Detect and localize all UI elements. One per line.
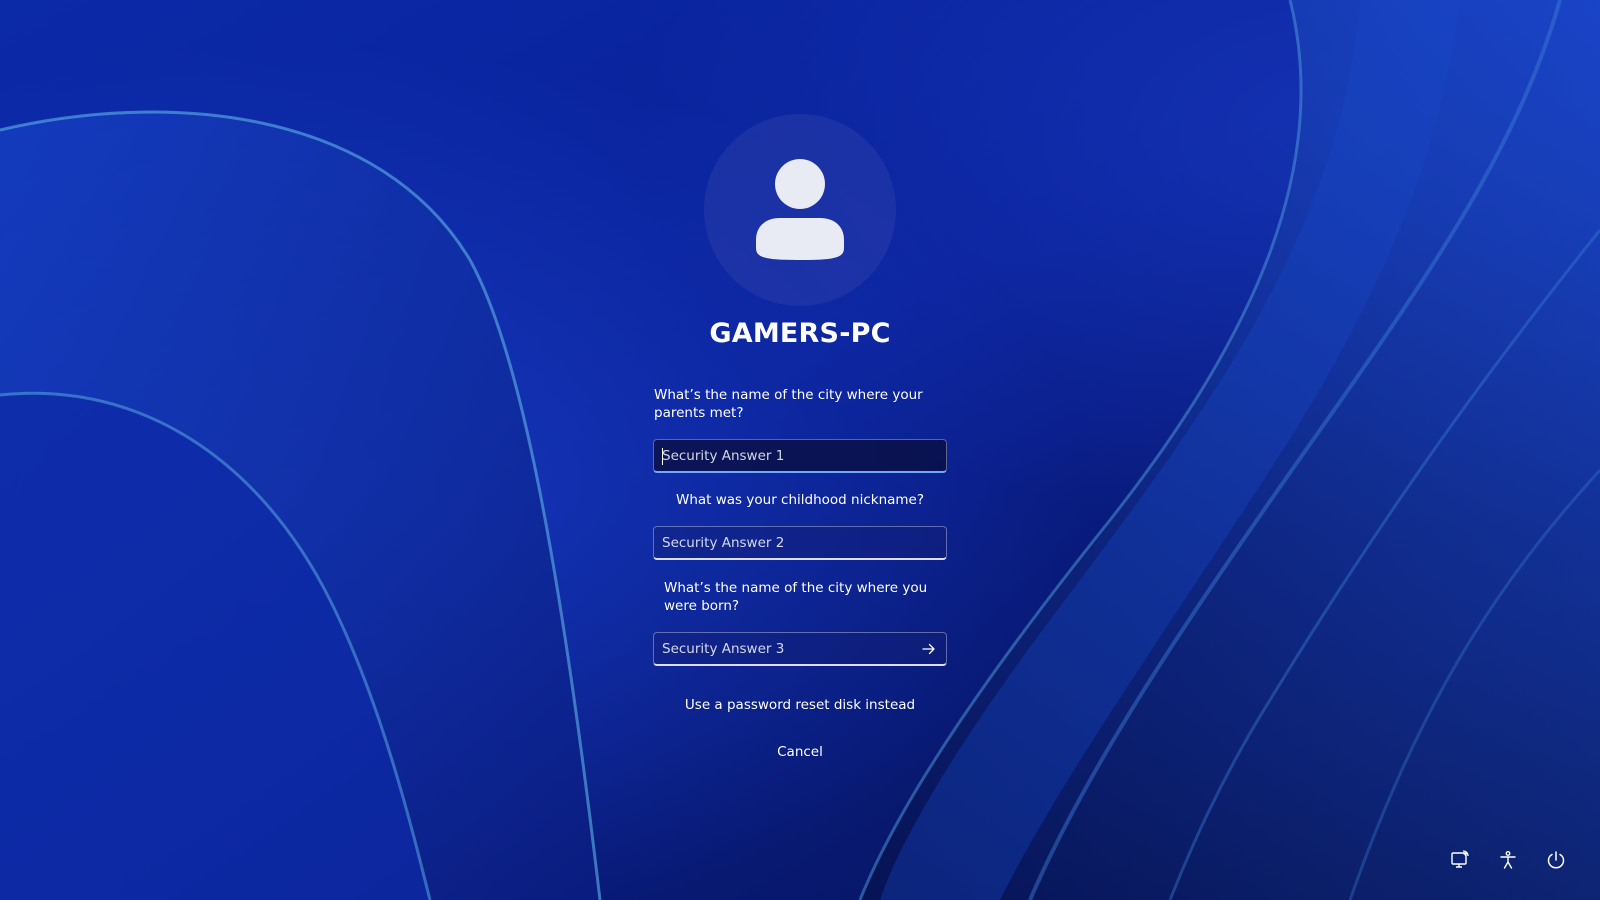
security-answer-2-field[interactable] [653, 526, 947, 560]
user-name: GAMERS-PC [709, 318, 891, 349]
security-answer-1-field[interactable] [653, 439, 947, 473]
network-button[interactable] [1444, 844, 1476, 876]
security-question-2: What was your childhood nickname? [675, 492, 925, 508]
submit-button[interactable] [916, 636, 942, 662]
security-answer-3-field[interactable] [653, 632, 947, 666]
password-reset-disk-link[interactable]: Use a password reset disk instead [600, 697, 1000, 713]
accessibility-button[interactable] [1492, 844, 1524, 876]
power-button[interactable] [1540, 844, 1572, 876]
security-answer-2-input[interactable] [654, 527, 946, 558]
network-icon [1451, 850, 1469, 868]
user-silhouette-icon [756, 159, 844, 260]
security-question-1: What’s the name of the city where your p… [654, 387, 923, 421]
text-caret [662, 448, 663, 465]
security-answer-3-input[interactable] [654, 633, 946, 664]
power-icon [1547, 851, 1565, 869]
arrow-right-icon [922, 643, 935, 655]
security-question-3: What’s the name of the city where you we… [664, 580, 928, 614]
user-avatar [704, 114, 896, 306]
accessibility-icon [1500, 851, 1516, 869]
security-answer-1-input[interactable] [654, 440, 946, 471]
cancel-link[interactable]: Cancel [600, 744, 1000, 760]
